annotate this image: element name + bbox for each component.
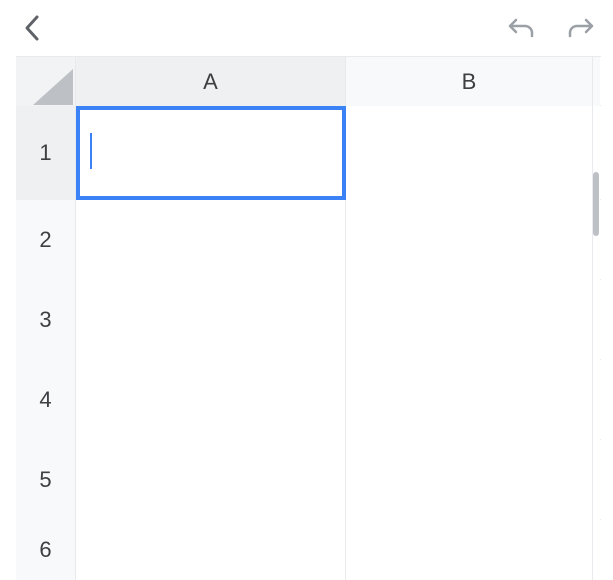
cell-b4[interactable] (346, 360, 593, 440)
grid-row: 4 (16, 360, 601, 440)
cell-a6[interactable] (76, 520, 346, 580)
grid-row: 5 (16, 440, 601, 520)
grid-row: 1 (16, 106, 601, 200)
cell-b5[interactable] (346, 440, 593, 520)
cell-a3[interactable] (76, 280, 346, 360)
toolbar-right (505, 12, 597, 44)
text-cursor (90, 133, 92, 169)
cell-a5[interactable] (76, 440, 346, 520)
row-header-2[interactable]: 2 (16, 200, 76, 280)
toolbar (0, 0, 613, 56)
grid-row: 6 (16, 520, 601, 580)
cell-edge (593, 280, 600, 360)
cell-edge (593, 440, 600, 520)
cell-b6[interactable] (346, 520, 593, 580)
cell-b1[interactable] (346, 106, 593, 200)
cell-b2[interactable] (346, 200, 593, 280)
back-button[interactable] (16, 12, 48, 44)
grid-row: 3 (16, 280, 601, 360)
toolbar-left (16, 12, 48, 44)
row-header-3[interactable]: 3 (16, 280, 76, 360)
column-header-b[interactable]: B (346, 57, 593, 107)
cell-a4[interactable] (76, 360, 346, 440)
select-all-corner[interactable] (16, 57, 76, 107)
row-header-4[interactable]: 4 (16, 360, 76, 440)
spreadsheet-grid[interactable]: A B 1 2 3 4 5 (16, 56, 601, 559)
cell-edge (593, 360, 600, 440)
row-header-1[interactable]: 1 (16, 106, 76, 200)
chevron-left-icon (23, 14, 41, 42)
redo-button[interactable] (565, 12, 597, 44)
redo-icon (567, 16, 595, 40)
column-header-a[interactable]: A (76, 57, 346, 107)
vertical-scrollbar-thumb[interactable] (593, 172, 599, 236)
undo-icon (507, 16, 535, 40)
row-header-5[interactable]: 5 (16, 440, 76, 520)
column-headers-row: A B (16, 56, 601, 106)
cell-a1[interactable] (76, 106, 346, 200)
grid-row: 2 (16, 200, 601, 280)
undo-button[interactable] (505, 12, 537, 44)
grid-body: 1 2 3 4 5 6 (16, 106, 601, 580)
row-header-6[interactable]: 6 (16, 520, 76, 580)
cell-b3[interactable] (346, 280, 593, 360)
cell-edge (593, 520, 600, 580)
column-header-edge (593, 57, 600, 107)
select-all-triangle-icon (33, 69, 73, 105)
cell-a2[interactable] (76, 200, 346, 280)
